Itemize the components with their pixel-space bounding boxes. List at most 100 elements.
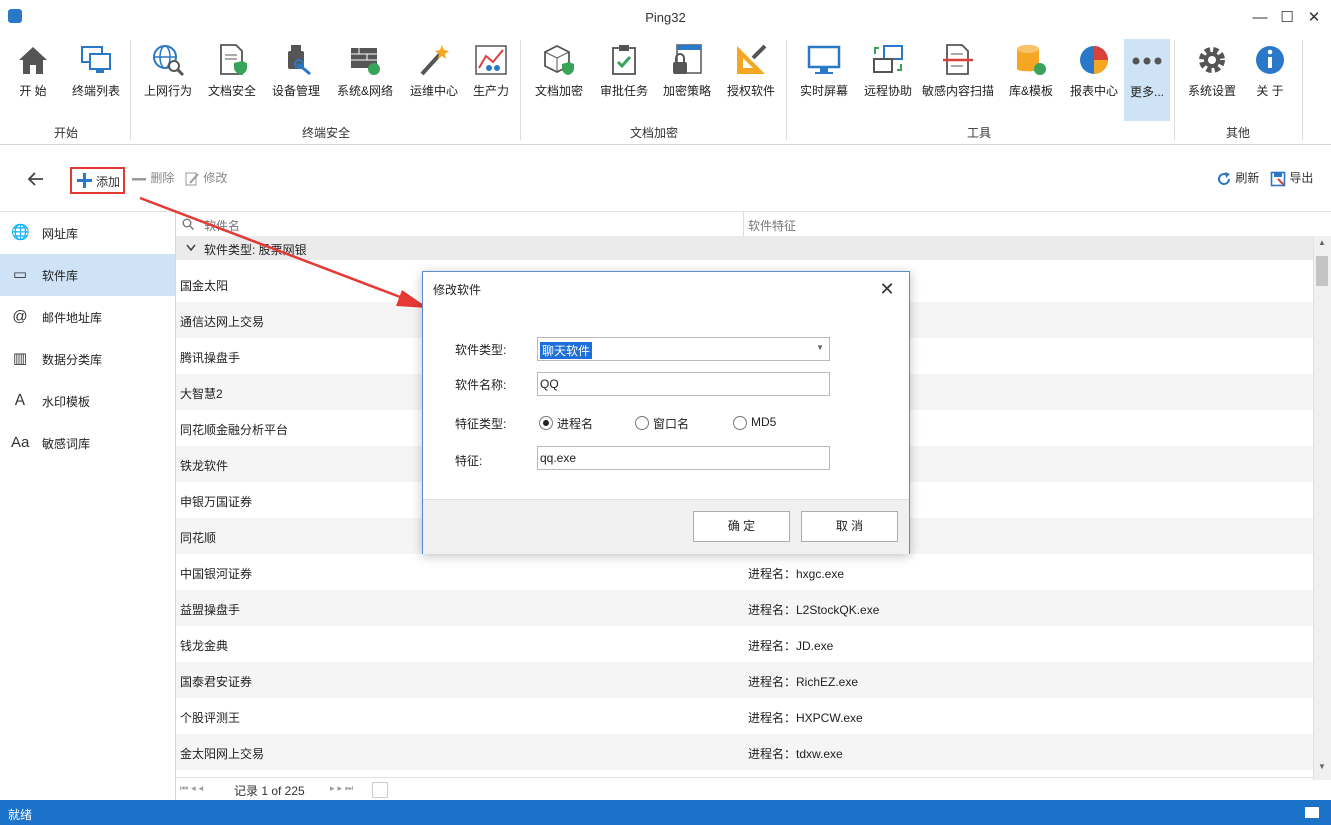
refresh-button[interactable]: 刷新 [1216, 167, 1259, 189]
ribbon-sensitive-scan-button[interactable]: 敏感内容扫描 [918, 38, 998, 110]
ribbon-item-label: 加密策略 [662, 84, 711, 98]
cell-software-feature: 进程名：hxgc.exe [748, 567, 845, 581]
ok-button[interactable]: 确 定 [693, 511, 790, 542]
ribbon-group-separator [1174, 40, 1175, 140]
ribbon-encrypt-policy-button[interactable]: 加密策略 [658, 38, 716, 110]
radio-circle [539, 416, 553, 430]
table-row[interactable]: 钱龙金典 进程名：JD.exe [176, 626, 1313, 662]
settings-gear-icon [1199, 47, 1225, 73]
ribbon-realtime-screen-button[interactable]: 实时屏幕 [794, 38, 854, 110]
back-arrow-icon[interactable] [26, 169, 46, 189]
dialog-title: 修改软件 [433, 283, 482, 297]
vertical-scrollbar[interactable]: ▲ ▼ [1313, 236, 1331, 780]
sidebar-item-url-library[interactable]: 🌐 网址库 [0, 212, 175, 254]
sidebar-item-email-library[interactable]: @ 邮件地址库 [0, 296, 175, 338]
productivity-icon [475, 45, 507, 75]
feature-label: 特征: [455, 454, 483, 468]
pager-next-last-icon[interactable]: ▸▸⏭ [330, 783, 356, 794]
ribbon-system-network-button[interactable]: 系统&网络 [330, 38, 400, 110]
ribbon-productivity-button[interactable]: 生产力 [466, 38, 516, 110]
ribbon-item-label: 终端列表 [71, 84, 120, 98]
column-header-software-feature[interactable]: 软件特征 [748, 217, 796, 234]
ribbon-about-button[interactable]: 关 于 [1246, 38, 1294, 110]
pager-scroll-box[interactable] [372, 782, 388, 798]
feature-value: qq.exe [540, 451, 577, 465]
ribbon-approval-task-button[interactable]: 审批任务 [594, 38, 654, 110]
delete-button[interactable]: 删除 [131, 167, 174, 189]
ribbon-start-button[interactable]: 开 始 [6, 38, 60, 110]
dialog-close-icon[interactable]: ✕ [875, 277, 899, 301]
sidebar-item-label: 敏感词库 [42, 437, 91, 451]
terminal-list-icon [81, 46, 111, 73]
cancel-button[interactable]: 取 消 [801, 511, 898, 542]
ribbon-terminal-list-button[interactable]: 终端列表 [66, 38, 126, 110]
ribbon-group-separator [520, 40, 521, 140]
sidebar-item-software-library[interactable]: ▭ 软件库 [0, 254, 175, 296]
dialog-footer: 确 定 取 消 [423, 499, 909, 554]
software-type-select[interactable]: 聊天软件 ▼ [537, 337, 830, 361]
pager-record-text: 记录 1 of 225 [234, 784, 305, 798]
radio-dot [543, 420, 549, 426]
maximize-button[interactable]: ☐ [1272, 6, 1302, 30]
toolbar: 添加 删除 修改 刷新 导出 [0, 145, 1331, 212]
chevron-down-icon [186, 244, 196, 252]
group-row[interactable]: 软件类型: 股票网银 [176, 236, 1313, 260]
scrollbar-thumb[interactable] [1316, 256, 1328, 286]
export-button-label: 导出 [1289, 171, 1314, 185]
status-text: 就绪 [8, 808, 33, 822]
column-header-software-name[interactable]: 软件名 [204, 217, 240, 234]
software-name-label: 软件名称: [455, 378, 507, 392]
sidebar-item-label: 软件库 [42, 269, 79, 283]
ribbon-group-label: 其他 [1225, 126, 1250, 140]
ribbon-device-management-button[interactable]: 设备管理 [266, 38, 326, 110]
pager-first-prev-icon[interactable]: ⏮◂◂ [180, 783, 206, 794]
ribbon-remote-assist-button[interactable]: 远程协助 [858, 38, 918, 110]
ribbon-authorized-software-button[interactable]: 授权软件 [722, 38, 780, 110]
cell-software-name: 中国银河证券 [180, 567, 253, 581]
cell-software-feature: 进程名：JD.exe [748, 639, 834, 653]
cell-software-feature: 进程名：RichEZ.exe [748, 675, 859, 689]
ribbon-document-encrypt-button[interactable]: 文档加密 [528, 38, 590, 110]
ribbon-item-label: 远程协助 [863, 84, 912, 98]
ribbon-system-settings-button[interactable]: 系统设置 [1182, 38, 1242, 110]
radio-label: 窗口名 [653, 417, 690, 431]
scroll-up-arrow-icon[interactable]: ▲ [1316, 238, 1328, 252]
sidebar-item-data-category-library[interactable]: ▥ 数据分类库 [0, 338, 175, 380]
add-button[interactable]: 添加 [70, 167, 125, 194]
ribbon-more-button[interactable]: 更多... [1124, 39, 1170, 121]
ribbon-library-template-button[interactable]: 库&模板 [1002, 38, 1060, 110]
about-info-icon [1256, 46, 1284, 74]
ribbon-document-security-button[interactable]: 文档安全 [202, 38, 262, 110]
ribbon-group-label: 工具 [966, 126, 991, 140]
table-row[interactable]: 益盟操盘手 进程名：L2StockQK.exe [176, 590, 1313, 626]
column-divider [743, 212, 744, 236]
ribbon-group-separator [130, 40, 131, 140]
ribbon-item-label: 敏感内容扫描 [921, 84, 994, 98]
sidebar-item-sensitive-words[interactable]: Aa 敏感词库 [0, 422, 175, 464]
edit-button[interactable]: 修改 [184, 167, 227, 189]
table-row[interactable]: 金太阳网上交易 进程名：tdxw.exe [176, 734, 1313, 770]
ribbon-web-behavior-button[interactable]: 上网行为 [138, 38, 198, 110]
cell-software-feature: 进程名：L2StockQK.exe [748, 603, 880, 617]
encrypt-policy-icon [673, 44, 702, 74]
sidebar-item-watermark-template[interactable]: Ａ 水印模板 [0, 380, 175, 422]
cell-software-name: 益盟操盘手 [180, 603, 241, 617]
table-row[interactable]: 中国银河证券 进程名：hxgc.exe [176, 554, 1313, 590]
software-name-input[interactable]: QQ [537, 372, 830, 396]
table-row[interactable]: 国泰君安证券 进程名：RichEZ.exe [176, 662, 1313, 698]
ribbon-report-center-button[interactable]: 报表中心 [1064, 38, 1124, 110]
ribbon-item-label: 系统&网络 [336, 84, 393, 98]
minimize-button[interactable]: — [1245, 6, 1275, 30]
ribbon-ops-center-button[interactable]: 运维中心 [404, 38, 464, 110]
cell-software-name: 通信达网上交易 [180, 315, 265, 329]
ribbon-group-label: 终端安全 [301, 126, 350, 140]
table-row[interactable]: 个股评测王 进程名：HXPCW.exe [176, 698, 1313, 734]
ribbon-item-label: 文档安全 [207, 84, 256, 98]
ribbon-group-label: 文档加密 [629, 126, 678, 140]
feature-input[interactable]: qq.exe [537, 446, 830, 470]
scroll-down-arrow-icon[interactable]: ▼ [1316, 762, 1328, 776]
export-button[interactable]: 导出 [1270, 167, 1313, 189]
close-window-button[interactable]: ✕ [1299, 6, 1329, 30]
dropdown-arrow-icon[interactable]: ▼ [816, 343, 824, 352]
globe-icon: 🌐 [11, 224, 30, 241]
